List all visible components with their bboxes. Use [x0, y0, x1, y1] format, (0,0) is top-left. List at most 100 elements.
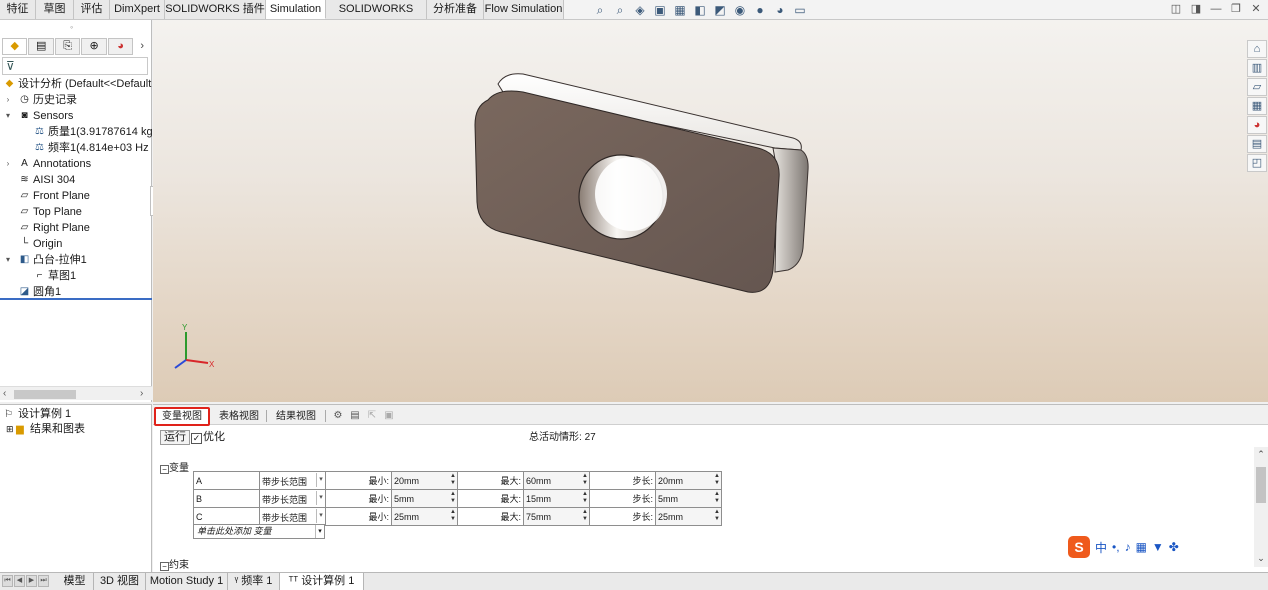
zoom-to-area-icon[interactable]: ⌕ [612, 2, 628, 18]
variable-type-select[interactable]: 带步长范围 ▾ [259, 507, 326, 526]
spin-arrows-icon[interactable]: ▲ ▼ [582, 473, 588, 487]
home-icon[interactable]: ⌂ [1247, 40, 1267, 58]
scroll-right-icon[interactable]: › [140, 387, 143, 401]
view-orientation-icon[interactable]: ◧ [692, 2, 708, 18]
minimize-icon[interactable]: — [1210, 2, 1222, 16]
tree-item-mass-sensor[interactable]: ⚖ 质量1(3.91787614 kg) [0, 124, 152, 140]
forum-icon[interactable]: ◰ [1247, 154, 1267, 172]
tab-solidworks-mbd[interactable]: SOLIDWORKS MBD [326, 0, 427, 34]
spin-arrows-icon[interactable]: ▲ ▼ [582, 491, 588, 505]
dropdown-arrow-icon[interactable]: ▾ [316, 509, 325, 523]
tab-frequency-study[interactable]: ᵞ 频率 1 [228, 573, 280, 590]
dropdown-arrow-icon[interactable]: ▾ [316, 491, 325, 505]
configuration-manager-tab-icon[interactable]: ⎘ [54, 38, 81, 55]
optimize-checkbox[interactable]: ✓ 优化 [191, 431, 225, 444]
tree-item-top-plane[interactable]: ▱ Top Plane [0, 204, 152, 220]
step-input[interactable]: 5mm ▲ ▼ [655, 489, 722, 508]
tab-table-view[interactable]: 表格视图 [217, 410, 261, 425]
next-tab-icon[interactable]: ▶ [26, 575, 37, 587]
close-icon[interactable]: ✕ [1250, 2, 1262, 16]
tree-root[interactable]: ◆ 设计分析 (Default<<Default [0, 76, 152, 92]
tab-3d-view[interactable]: 3D 视图 [94, 573, 146, 590]
variable-name[interactable]: B [193, 489, 260, 508]
display-style-icon[interactable]: ◩ [712, 2, 728, 18]
spin-arrows-icon[interactable]: ▲ ▼ [714, 509, 720, 523]
tab-evaluate[interactable]: 评估 [74, 0, 110, 19]
step-input[interactable]: 20mm ▲ ▼ [655, 471, 722, 490]
graphics-area[interactable]: Y X ⌂ ▥ ▱ ▦ ◕ ▤ ◰ [153, 20, 1268, 402]
variable-type-select[interactable]: 带步长范围 ▾ [259, 471, 326, 490]
dropdown-arrow-icon[interactable]: ▾ [316, 473, 325, 487]
appearances-icon[interactable]: ◕ [1247, 116, 1267, 134]
scroll-thumb[interactable] [1256, 467, 1266, 503]
more-tabs-chevron-icon[interactable]: › [134, 38, 150, 55]
maximize-icon[interactable]: ❐ [1230, 2, 1242, 16]
min-input[interactable]: 25mm ▲ ▼ [391, 507, 458, 526]
scroll-left-icon[interactable]: ‹ [3, 387, 6, 401]
tree-item-front-plane[interactable]: ▱ Front Plane [0, 188, 152, 204]
export-icon[interactable]: ⇱ [366, 410, 378, 422]
skin-icon[interactable]: ▼ [1152, 540, 1164, 554]
apply-scene-icon[interactable]: ◕ [772, 2, 788, 18]
expand-arrow-icon[interactable]: › [4, 92, 12, 108]
tree-item-sensors[interactable]: ▾ ◙ Sensors [0, 108, 152, 124]
dimxpert-manager-tab-icon[interactable]: ⊕ [81, 38, 107, 55]
tab-design-study[interactable]: ᵀᵀ 设计算例 1 [280, 573, 364, 590]
collapse-arrow-icon[interactable]: ▾ [4, 108, 12, 124]
tab-model[interactable]: 模型 [56, 573, 94, 590]
rollback-bar[interactable] [0, 298, 152, 300]
variable-name[interactable]: A [193, 471, 260, 490]
view-palette-icon[interactable]: ▦ [1247, 97, 1267, 115]
previous-view-icon[interactable]: ◈ [632, 2, 648, 18]
variables-section-header[interactable]: − 变量 [160, 459, 189, 474]
spin-arrows-icon[interactable]: ▲ ▼ [714, 491, 720, 505]
min-input[interactable]: 5mm ▲ ▼ [391, 489, 458, 508]
tree-item-results-charts[interactable]: ⊞ ▆ 结果和图表 [0, 422, 151, 437]
collapse-arrow-icon[interactable]: ▾ [4, 252, 12, 268]
study-settings-icon[interactable]: ▤ [349, 410, 361, 422]
collapse-minus-icon[interactable]: − [160, 562, 169, 571]
tree-item-annotations[interactable]: › A Annotations [0, 156, 152, 172]
options-gear-icon[interactable]: ⚙ [332, 410, 344, 422]
tree-item-boss-extrude[interactable]: ▾ ◧ 凸台-拉伸1 [0, 252, 152, 268]
feature-tree-tab-icon[interactable]: ◆ [2, 38, 28, 55]
max-input[interactable]: 15mm ▲ ▼ [523, 489, 590, 508]
max-input[interactable]: 60mm ▲ ▼ [523, 471, 590, 490]
tree-horizontal-scrollbar[interactable]: ‹ › [0, 386, 152, 400]
scroll-thumb[interactable] [14, 390, 76, 399]
tab-simulation[interactable]: Simulation [266, 0, 326, 19]
tree-item-frequency-sensor[interactable]: ⚖ 频率1(4.814e+03 Hz @ [0, 140, 152, 156]
min-input[interactable]: 20mm ▲ ▼ [391, 471, 458, 490]
expand-plus-icon[interactable]: ⊞ [6, 422, 14, 437]
file-explorer-icon[interactable]: ▱ [1247, 78, 1267, 96]
tree-item-material[interactable]: ≋ AISI 304 [0, 172, 152, 188]
tab-variable-view[interactable]: 变量视图 [154, 407, 210, 426]
tree-item-sketch[interactable]: ⌐ 草图1 [0, 268, 152, 284]
scroll-up-icon[interactable]: ⌃ [1254, 449, 1268, 460]
spin-arrows-icon[interactable]: ▲ ▼ [450, 491, 456, 505]
edit-appearance-icon[interactable]: ● [752, 2, 768, 18]
punctuation-icon[interactable]: •, [1112, 540, 1120, 554]
property-manager-tab-icon[interactable]: ▤ [28, 38, 54, 55]
collapse-handle-icon[interactable]: ◦ [70, 22, 73, 32]
tab-flow-simulation[interactable]: Flow Simulation [484, 0, 564, 19]
tab-motion-study[interactable]: Motion Study 1 [146, 573, 228, 590]
previous-tab-icon[interactable]: ◀ [14, 575, 25, 587]
tab-sketch[interactable]: 草图 [36, 0, 74, 19]
scroll-down-icon[interactable]: ⌄ [1254, 553, 1268, 564]
expand-arrow-icon[interactable]: › [4, 156, 12, 172]
dynamic-annotation-icon[interactable]: ▦ [672, 2, 688, 18]
microphone-icon[interactable]: ♪ [1125, 540, 1131, 554]
sogou-ime-logo-icon[interactable]: S [1068, 536, 1090, 558]
variable-name[interactable]: C [193, 507, 260, 526]
dropdown-arrow-icon[interactable]: ▾ [315, 525, 324, 538]
tree-item-design-study[interactable]: ⚐ 设计算例 1 [0, 407, 151, 422]
tab-dimxpert[interactable]: DimXpert [110, 0, 165, 19]
custom-properties-icon[interactable]: ▤ [1247, 135, 1267, 153]
tile-icon[interactable]: ◨ [1190, 2, 1202, 16]
view-settings-icon[interactable]: ▭ [792, 2, 808, 18]
hide-show-items-icon[interactable]: ◉ [732, 2, 748, 18]
keyboard-icon[interactable]: ▦ [1136, 540, 1147, 554]
constraints-section-header[interactable]: − 约束 [160, 556, 189, 571]
ime-language-toggle[interactable]: 中 [1095, 539, 1107, 556]
